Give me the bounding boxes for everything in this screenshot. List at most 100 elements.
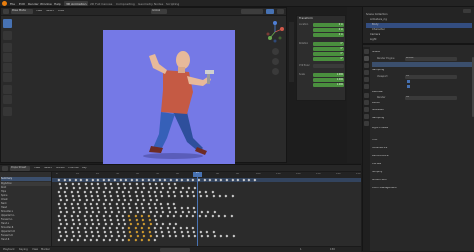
keyframe[interactable] [121, 190, 125, 194]
axis-gizmo-icon[interactable] [264, 20, 286, 44]
location-z-row[interactable]: 0 m [299, 33, 345, 37]
keyframe[interactable] [124, 178, 128, 182]
keyframe[interactable] [198, 214, 201, 218]
keyframe[interactable] [102, 190, 105, 194]
properties-section[interactable]: Film [372, 139, 473, 144]
keyframe[interactable] [225, 194, 228, 198]
keyframe[interactable] [168, 234, 171, 238]
keyframe[interactable] [154, 230, 158, 234]
rotation-z-row[interactable]: 0° [299, 57, 345, 61]
keyframe[interactable] [72, 198, 75, 202]
keyframe[interactable] [136, 222, 139, 226]
keyframe[interactable] [122, 182, 126, 186]
keyframe[interactable] [83, 214, 86, 218]
keyframe[interactable] [103, 206, 106, 210]
modifier-tab-icon[interactable] [364, 100, 369, 105]
render-samples-field[interactable]: 64 [405, 96, 457, 100]
keyframe[interactable] [89, 214, 93, 218]
keyframe[interactable] [84, 194, 87, 198]
keyframe[interactable] [140, 238, 144, 242]
keyframe[interactable] [78, 210, 82, 214]
keyframe[interactable] [140, 190, 144, 194]
keyframe[interactable] [208, 178, 212, 182]
keyframe[interactable] [160, 190, 163, 194]
keyframe[interactable] [116, 182, 119, 186]
keyframe[interactable] [179, 226, 182, 230]
scene-tab-icon[interactable] [364, 77, 369, 82]
keyframe[interactable] [122, 206, 126, 210]
keyframe[interactable] [110, 210, 114, 214]
keyframe[interactable] [129, 218, 132, 222]
keyframe[interactable] [148, 230, 151, 234]
keyframe[interactable] [173, 230, 177, 234]
keyframe[interactable] [130, 186, 133, 190]
keyframe[interactable] [162, 222, 165, 226]
keyframe[interactable] [58, 182, 62, 186]
keyframe[interactable] [66, 198, 69, 202]
tab-compositing[interactable]: Compositing [114, 1, 137, 6]
keyframe[interactable] [135, 206, 138, 210]
keyframe[interactable] [174, 210, 178, 214]
keyframe[interactable] [76, 214, 80, 218]
keyframe[interactable] [231, 194, 234, 198]
rotation-w-row[interactable]: Rotation 0° [299, 42, 345, 46]
keyframe[interactable] [130, 234, 133, 238]
keyframe[interactable] [98, 222, 101, 226]
keyframe[interactable] [185, 226, 189, 230]
keyframe[interactable] [181, 234, 184, 238]
menu-window[interactable]: Window [40, 2, 52, 6]
keyframe[interactable] [58, 218, 62, 222]
keyframe[interactable] [154, 218, 158, 222]
keyframe[interactable] [76, 238, 80, 242]
keyframe[interactable] [71, 230, 74, 234]
keyframe[interactable] [59, 186, 63, 190]
keyframe[interactable] [174, 222, 178, 226]
keyframe[interactable] [108, 190, 112, 194]
keyframe[interactable] [130, 198, 133, 202]
outliner[interactable]: Scene Collection Armature_rig Body Chara… [363, 7, 474, 45]
keyframe[interactable] [57, 190, 61, 194]
3d-viewport[interactable]: Pose Mode View Select Pose Global [0, 7, 294, 167]
keyframe[interactable] [71, 218, 74, 222]
keyframe[interactable] [140, 214, 144, 218]
keyframe[interactable] [153, 202, 157, 206]
keyframe[interactable] [72, 210, 75, 214]
keyframe[interactable] [160, 214, 163, 218]
keyframe[interactable] [117, 198, 120, 202]
keyframe[interactable] [57, 178, 61, 182]
keyframe[interactable] [102, 238, 105, 242]
properties-section[interactable]: Scene [372, 51, 473, 56]
location-x-row[interactable]: Location 0 m [299, 23, 345, 27]
keyframe[interactable] [89, 238, 93, 242]
keyframe[interactable] [174, 186, 178, 190]
keyframe[interactable] [89, 190, 93, 194]
keyframe[interactable] [220, 178, 223, 182]
keyframe[interactable] [98, 198, 101, 202]
keyframe[interactable] [147, 178, 150, 182]
keyframe[interactable] [84, 182, 87, 186]
keyframe[interactable] [70, 238, 73, 242]
npanel-tabs[interactable] [289, 22, 294, 82]
keyframe[interactable] [91, 234, 95, 238]
properties-section[interactable]: Performance [372, 155, 473, 160]
keyframe[interactable] [66, 186, 69, 190]
keyframe[interactable] [219, 234, 223, 238]
keyframe[interactable] [153, 226, 157, 230]
keyframe[interactable] [141, 206, 145, 210]
keyframe[interactable] [135, 194, 138, 198]
keyframe[interactable] [78, 186, 82, 190]
keyframe[interactable] [199, 194, 202, 198]
keyframe[interactable] [80, 178, 83, 182]
keyframe[interactable] [230, 214, 233, 218]
ds-key-menu[interactable]: Key [82, 167, 87, 170]
keyframe[interactable] [203, 178, 206, 182]
keyframe[interactable] [85, 178, 89, 182]
keyframe[interactable] [236, 178, 240, 182]
keyframe[interactable] [110, 222, 114, 226]
keyframe[interactable] [123, 222, 127, 226]
tab-3d-animation[interactable]: 3D Animation [64, 1, 89, 6]
keyframe[interactable] [77, 206, 81, 210]
keyframe[interactable] [113, 178, 117, 182]
keyframe[interactable] [85, 186, 88, 190]
keyframe[interactable] [89, 202, 93, 206]
